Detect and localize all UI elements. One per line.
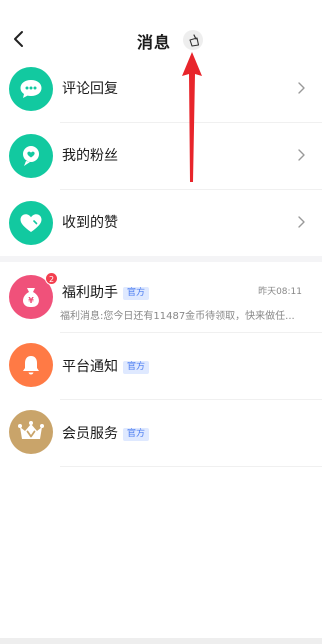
list-item-likes-received[interactable]: 收到的赞 xyxy=(0,190,322,257)
page-title: 消息 xyxy=(136,33,171,52)
list-item-platform-notice[interactable]: 平台通知 官方 xyxy=(0,333,322,400)
unread-count-badge: 2 xyxy=(45,272,59,285)
message-title: 福利助手 官方 xyxy=(62,282,150,302)
section-divider xyxy=(0,256,322,262)
list-item-my-fans[interactable]: 我的粉丝 xyxy=(0,123,322,190)
comment-bubble-icon xyxy=(9,67,53,111)
broom-icon xyxy=(188,33,199,47)
chevron-right-icon xyxy=(298,149,305,161)
message-title: 平台通知 官方 xyxy=(62,356,150,376)
list-item-member-service[interactable]: 会员服务 官方 xyxy=(0,400,322,467)
list-item-label: 我的粉丝 xyxy=(62,148,118,164)
fan-heart-icon xyxy=(9,134,53,178)
svg-text:¥: ¥ xyxy=(28,296,34,305)
annotation-arrow-icon xyxy=(182,52,202,182)
divider xyxy=(60,466,322,467)
bottom-bar xyxy=(0,638,322,644)
official-badge: 官方 xyxy=(123,287,150,300)
official-badge: 官方 xyxy=(123,361,150,374)
message-title: 会员服务 官方 xyxy=(62,423,150,443)
crown-icon xyxy=(9,410,53,454)
chevron-right-icon xyxy=(298,82,305,94)
official-badge: 官方 xyxy=(123,428,150,441)
chevron-right-icon xyxy=(298,216,305,228)
message-preview: 福利消息:您今日还有11487金币待领取，快来做任... xyxy=(60,311,295,322)
list-item-label: 收到的赞 xyxy=(62,215,118,231)
list-item-label: 评论回复 xyxy=(62,81,118,97)
interaction-list: 评论回复 我的粉丝 收到的赞 xyxy=(0,56,322,256)
message-time: 昨天08:11 xyxy=(258,287,302,297)
bell-icon xyxy=(9,343,53,387)
clear-all-button[interactable] xyxy=(183,30,203,50)
heart-icon xyxy=(9,201,53,245)
list-item-comment-reply[interactable]: 评论回复 xyxy=(0,56,322,123)
